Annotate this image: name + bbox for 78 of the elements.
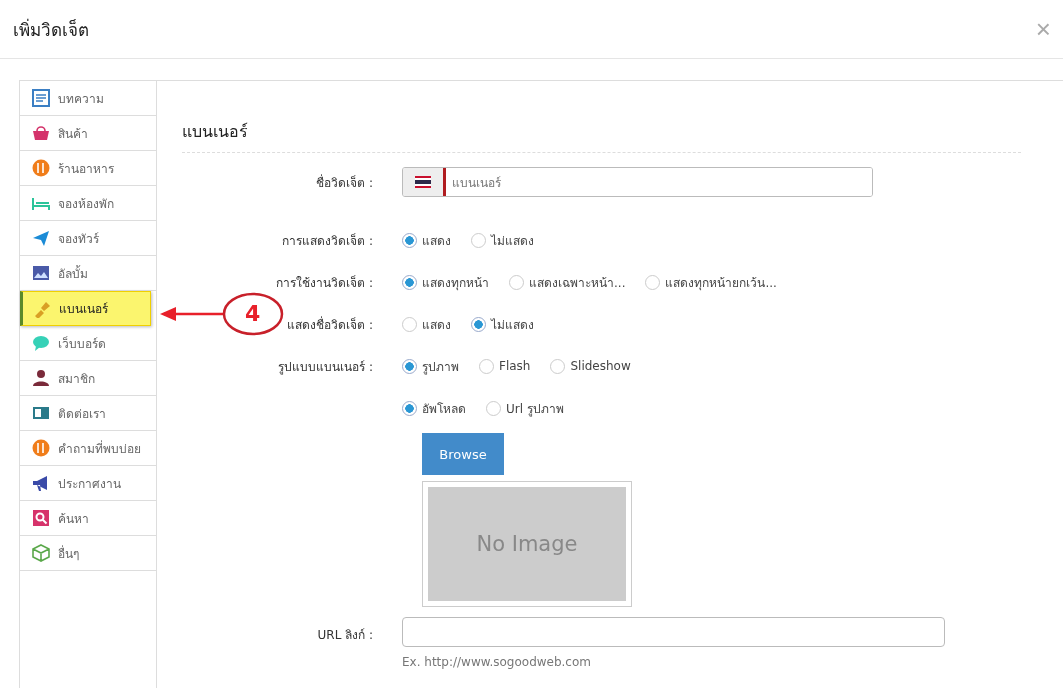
widget-icon [32, 334, 50, 352]
sidebar-label: ติดต่อเรา [58, 405, 106, 423]
hint-text: Ex. http://www.sogoodweb.com [402, 655, 592, 669]
radio-option[interactable]: แสดงเฉพาะหน้า... [509, 272, 626, 292]
sidebar-label: อัลบั้ม [58, 264, 88, 283]
sidebar-item[interactable]: บทความ [20, 81, 156, 116]
sidebar-item[interactable]: ค้นหา [20, 501, 156, 536]
sidebar-item[interactable]: จองห้องพัก [20, 186, 156, 221]
sidebar-item[interactable]: ติดต่อเรา [20, 396, 156, 431]
widget-icon [32, 229, 50, 247]
callout-number: 4 [245, 301, 261, 326]
radio-button[interactable] [471, 316, 486, 332]
sidebar-item[interactable]: แบนเนอร์ [20, 291, 151, 326]
field-label: การแสดงวิดเจ็ต : [282, 233, 373, 248]
sidebar-label: สินค้า [58, 125, 88, 143]
radio-button[interactable] [402, 316, 417, 332]
field-label: รูปแบบแบนเนอร์ : [278, 359, 373, 374]
sidebar-label: จองทัวร์ [58, 230, 99, 248]
sidebar-label: อื่นๆ [58, 544, 79, 563]
radio-option[interactable]: แสดงทุกหน้า [402, 272, 489, 292]
radio-button[interactable] [402, 274, 417, 290]
sidebar-label: คำถามที่พบบ่อย [58, 439, 141, 458]
sidebar-label: ประกาศงาน [58, 475, 121, 493]
sidebar-item[interactable]: ร้านอาหาร [20, 151, 156, 186]
sidebar-label: สมาชิก [58, 370, 95, 388]
field-label: ชื่อวิดเจ็ต : [316, 175, 373, 190]
flag-icon [415, 176, 431, 188]
radio-button[interactable] [479, 358, 494, 374]
browse-button[interactable]: Browse [422, 433, 504, 475]
radio-option[interactable]: อัพโหลด [402, 398, 466, 418]
field-label: URL ลิงก์ : [317, 628, 373, 642]
radio-button[interactable] [402, 358, 417, 374]
widget-icon [32, 89, 50, 107]
widget-icon [32, 264, 50, 282]
widget-name-field[interactable]: แบนเนอร์ [402, 167, 873, 197]
radio-option[interactable]: ไม่แสดง [471, 230, 534, 250]
widget-icon [32, 159, 50, 177]
sidebar-item[interactable]: สินค้า [20, 116, 156, 151]
widget-icon [32, 439, 50, 457]
widget-icon [32, 544, 50, 562]
radio-option[interactable]: Slideshow [550, 356, 631, 376]
widget-icon [32, 369, 50, 387]
widget-icon [33, 299, 51, 318]
sidebar-item[interactable]: สมาชิก [20, 361, 156, 396]
radio-button[interactable] [645, 274, 661, 290]
widget-icon [32, 124, 50, 142]
sidebar-item[interactable]: จองทัวร์ [20, 221, 156, 256]
sidebar-item[interactable]: คำถามที่พบบ่อย [20, 431, 156, 466]
field-label: การใช้งานวิดเจ็ต : [276, 275, 373, 290]
radio-button[interactable] [486, 400, 501, 416]
radio-button[interactable] [471, 232, 486, 248]
sidebar-label: เว็บบอร์ด [58, 335, 106, 353]
sidebar-item[interactable]: เว็บบอร์ด [20, 326, 156, 361]
sidebar-label: บทความ [58, 90, 104, 108]
sidebar-label: แบนเนอร์ [59, 301, 108, 318]
sidebar-item[interactable]: อื่นๆ [20, 536, 156, 571]
sidebar-label: จองห้องพัก [58, 195, 114, 213]
dialog-title: เพิ่มวิดเจ็ต [13, 17, 89, 42]
widget-icon [32, 509, 50, 527]
radio-option[interactable]: แสดง [402, 230, 451, 250]
radio-button[interactable] [402, 232, 417, 248]
widget-icon [32, 404, 50, 422]
sidebar-item[interactable]: ประกาศงาน [20, 466, 156, 501]
url-field[interactable] [402, 617, 945, 647]
radio-option[interactable]: แสดง [402, 314, 451, 334]
radio-button[interactable] [509, 274, 524, 290]
widget-icon [32, 474, 50, 492]
sidebar-label: ร้านอาหาร [58, 160, 114, 178]
radio-option[interactable]: Flash [479, 356, 531, 376]
radio-button[interactable] [550, 358, 566, 374]
radio-button[interactable] [402, 400, 417, 416]
field-label: แสดงชื่อวิดเจ็ต : [287, 317, 373, 332]
radio-option[interactable]: แสดงทุกหน้ายกเว้น... [645, 272, 777, 292]
radio-option[interactable]: Url รูปภาพ [486, 398, 564, 418]
sidebar-label: ค้นหา [58, 510, 89, 528]
section-heading: แบนเนอร์ [182, 119, 1021, 153]
radio-option[interactable]: รูปภาพ [402, 356, 459, 376]
radio-option[interactable]: ไม่แสดง [471, 314, 534, 334]
